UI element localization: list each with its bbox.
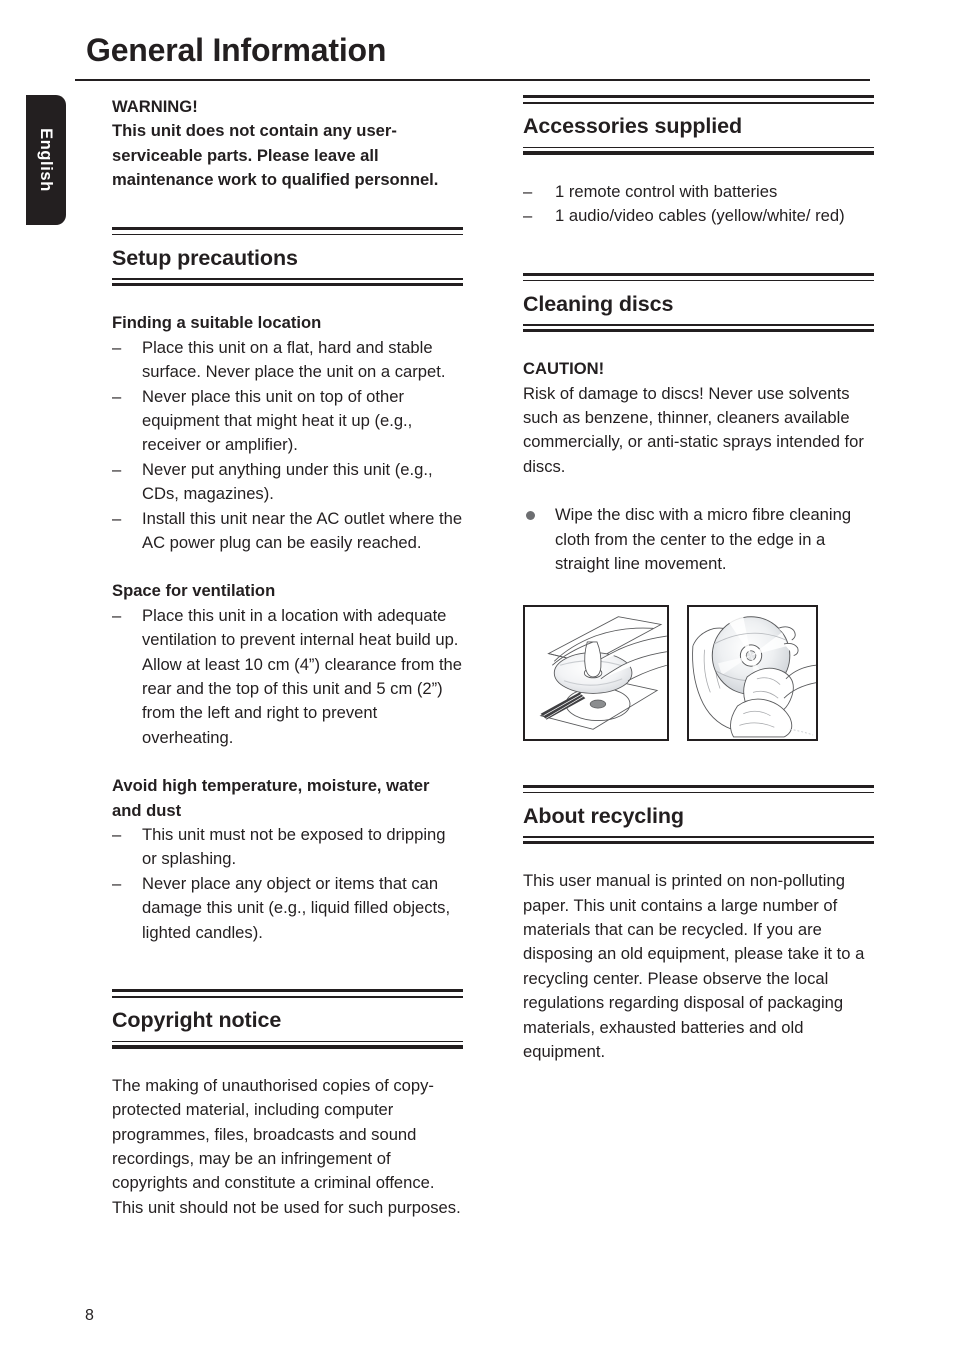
copyright-notice-text: The making of unauthorised copies of cop… bbox=[112, 1075, 461, 1217]
section-rule-bottom bbox=[523, 324, 874, 333]
list-item-text: 1 audio/video cables (yellow/white/ red) bbox=[555, 206, 845, 226]
subheading-avoid-high-temperature: Avoid high temperature, moisture, water … bbox=[112, 776, 430, 820]
warning-heading: WARNING! bbox=[112, 97, 198, 116]
warning-text: This unit does not contain any user-serv… bbox=[112, 121, 439, 190]
disc-removal-from-case-illustration bbox=[523, 604, 669, 741]
right-column: Accessories supplied – 1 remote control … bbox=[523, 95, 874, 1064]
about-recycling-text: This user manual is printed on non-pollu… bbox=[523, 871, 865, 1062]
section-rule-top bbox=[523, 784, 874, 794]
list-item: – Never place this unit on top of other … bbox=[112, 385, 463, 458]
disc-wiping-svg bbox=[689, 606, 816, 739]
cleaning-discs-figures bbox=[523, 604, 874, 741]
section-setup-precautions: Setup precautions bbox=[112, 226, 463, 288]
disc-removal-svg bbox=[525, 606, 667, 739]
dash-marker-icon: – bbox=[523, 181, 533, 201]
page-title: General Information bbox=[86, 32, 387, 68]
section-accessories-supplied: Accessories supplied bbox=[523, 95, 874, 156]
section-rule-top bbox=[523, 272, 874, 282]
page-title-rule bbox=[75, 79, 870, 82]
section-title-cleaning-discs: Cleaning discs bbox=[523, 291, 674, 316]
dash-marker-icon: – bbox=[523, 206, 533, 226]
bullet-list-item: Wipe the disc with a micro fibre cleanin… bbox=[523, 503, 874, 576]
dash-marker-icon: – bbox=[112, 459, 122, 479]
list-item-text: Install this unit near the AC outlet whe… bbox=[142, 508, 463, 552]
list-item: – Place this unit on a flat, hard and st… bbox=[112, 336, 463, 385]
dash-marker-icon: – bbox=[112, 508, 122, 528]
left-column: WARNING! This unit does not contain any … bbox=[112, 95, 463, 1220]
section-cleaning-discs: Cleaning discs bbox=[523, 272, 874, 334]
list-item: – Place this unit in a location with ade… bbox=[112, 604, 463, 750]
section-title-copyright-notice: Copyright notice bbox=[112, 1008, 282, 1033]
bullet-list-item-text: Wipe the disc with a micro fibre cleanin… bbox=[555, 505, 852, 574]
list-item-text: Place this unit in a location with adequ… bbox=[142, 605, 463, 747]
subheading-finding-location: Finding a suitable location bbox=[112, 313, 322, 333]
dash-marker-icon: – bbox=[112, 825, 122, 845]
list-item: – 1 audio/video cables (yellow/white/ re… bbox=[523, 204, 874, 228]
section-rule-bottom bbox=[523, 146, 874, 156]
list-item-text: Never place this unit on top of other eq… bbox=[142, 386, 413, 455]
language-tab-label: English bbox=[37, 128, 55, 192]
dash-marker-icon: – bbox=[112, 873, 122, 893]
bullet-marker-icon bbox=[526, 511, 535, 521]
list-item-text: Never put anything under this unit (e.g.… bbox=[142, 459, 433, 504]
section-rule-top bbox=[112, 226, 463, 236]
page-number: 8 bbox=[85, 1307, 94, 1324]
section-rule-top bbox=[112, 989, 463, 998]
list-item: – Install this unit near the AC outlet w… bbox=[112, 507, 463, 556]
dash-marker-icon: – bbox=[112, 605, 122, 625]
disc-wiping-with-cloth-illustration bbox=[687, 604, 818, 741]
list-item: – 1 remote control with batteries bbox=[523, 180, 874, 204]
caution-heading: CAUTION! bbox=[523, 359, 605, 379]
subheading-space-for-ventilation: Space for ventilation bbox=[112, 581, 276, 601]
section-about-recycling: About recycling bbox=[523, 784, 874, 846]
section-title-about-recycling: About recycling bbox=[523, 803, 684, 828]
list-item-text: Never place any object or items that can… bbox=[142, 873, 451, 942]
language-tab-english: English bbox=[26, 95, 66, 225]
caution-text: Risk of damage to discs! Never use solve… bbox=[523, 383, 864, 476]
list-item: – This unit must not be exposed to dripp… bbox=[112, 823, 463, 872]
list-item: – Never place any object or items that c… bbox=[112, 872, 463, 945]
dash-marker-icon: – bbox=[112, 337, 122, 357]
list-item-text: This unit must not be exposed to drippin… bbox=[142, 825, 446, 869]
section-title-accessories-supplied: Accessories supplied bbox=[523, 114, 743, 138]
section-rule-bottom bbox=[523, 836, 874, 845]
section-title-setup-precautions: Setup precautions bbox=[112, 245, 298, 270]
manual-page: English General Information WARNING! Thi… bbox=[0, 0, 954, 1350]
section-rule-top bbox=[523, 95, 874, 104]
list-item-text: Place this unit on a flat, hard and stab… bbox=[142, 337, 446, 382]
section-rule-bottom bbox=[112, 278, 463, 287]
dash-marker-icon: – bbox=[112, 386, 122, 406]
section-copyright-notice: Copyright notice bbox=[112, 989, 463, 1050]
section-rule-bottom bbox=[112, 1040, 463, 1050]
list-item: – Never put anything under this unit (e.… bbox=[112, 458, 463, 507]
list-item-text: 1 remote control with batteries bbox=[555, 181, 778, 201]
